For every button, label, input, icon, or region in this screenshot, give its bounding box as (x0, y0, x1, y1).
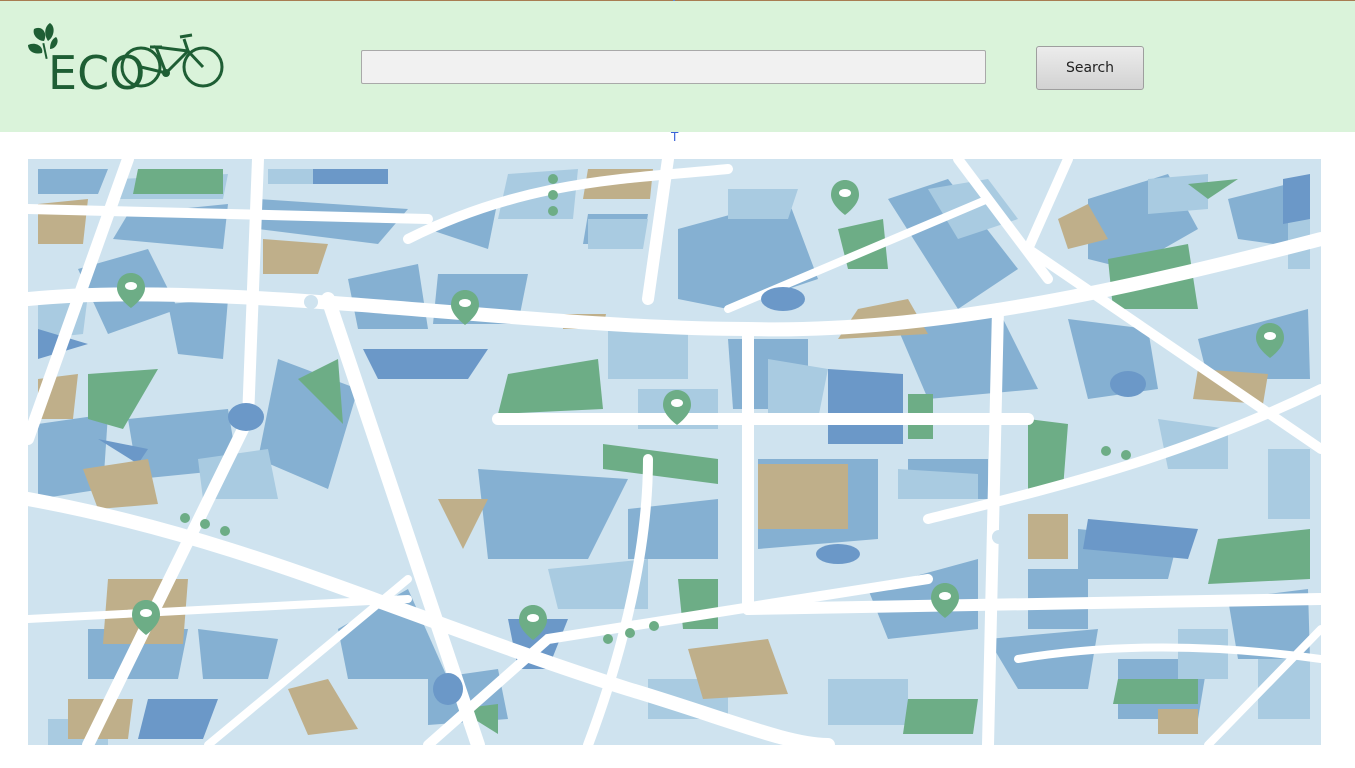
text-cursor-marker: T (671, 130, 679, 144)
header-bar: ECO Search (0, 1, 1355, 132)
eco-bike-logo[interactable]: ECO (26, 21, 230, 93)
logo-text: ECO (48, 46, 145, 93)
search-input[interactable] (361, 50, 986, 84)
city-map-illustration (28, 159, 1321, 745)
search-button[interactable]: Search (1036, 46, 1144, 90)
